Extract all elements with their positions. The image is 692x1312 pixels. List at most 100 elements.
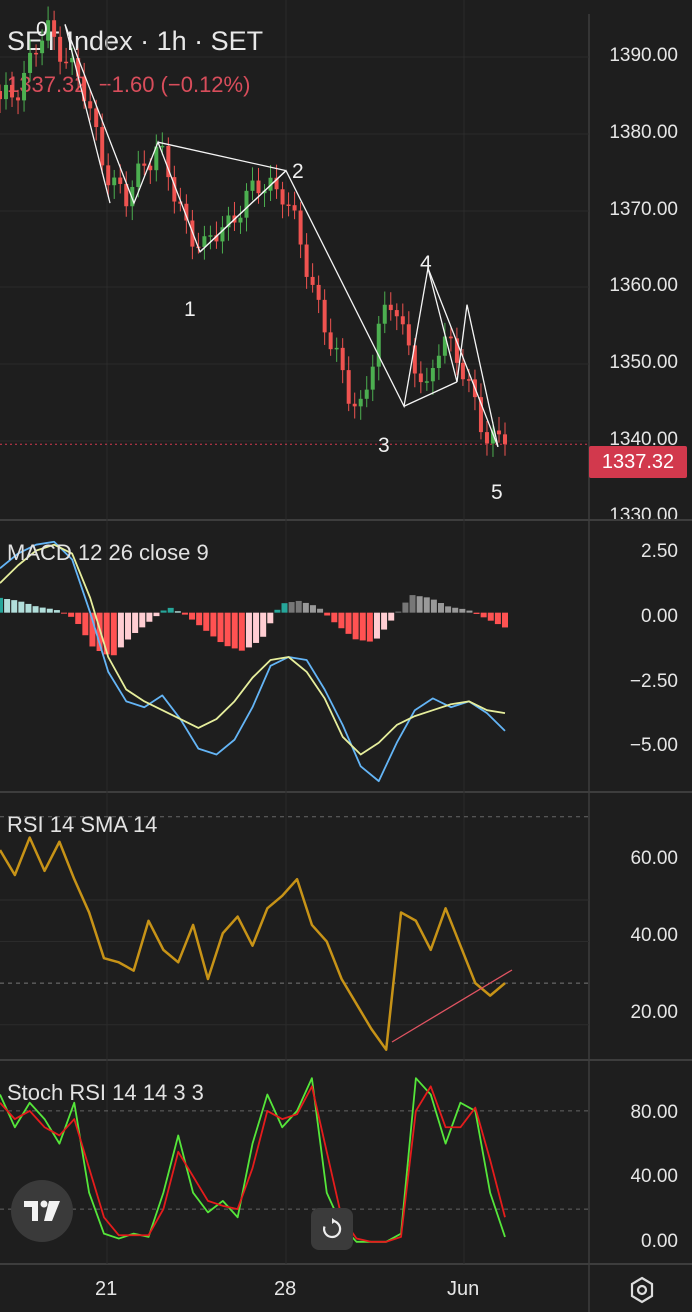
macd-histogram-bar (373, 612, 380, 639)
macd-histogram-bar (32, 606, 39, 613)
macd-histogram-bar (416, 596, 423, 613)
candle-body (208, 235, 213, 237)
macd-tick: −5.00 (629, 735, 678, 756)
stoch-label[interactable]: Stoch RSI 14 14 3 3 (7, 1080, 204, 1106)
current-price-tag: 1337.32 (589, 446, 687, 478)
settings-button[interactable] (624, 1272, 660, 1308)
wave-label-1: 1 (184, 298, 196, 321)
macd-histogram-bar (160, 610, 167, 613)
candle-body (10, 84, 15, 98)
candle-body (310, 276, 315, 285)
wave-label-2: 2 (292, 160, 304, 183)
macd-histogram-bar (68, 612, 75, 617)
reset-chart-button[interactable] (311, 1208, 353, 1250)
candle-body (400, 316, 405, 325)
candle-body (64, 61, 69, 64)
candle-body (256, 180, 261, 194)
macd-histogram-bar (174, 611, 181, 613)
macd-histogram-bar (480, 612, 487, 618)
price-tick: 1350.00 (609, 352, 678, 373)
rsi-tick: 20.00 (630, 1002, 678, 1023)
candle-body (292, 205, 297, 211)
tradingview-logo-icon[interactable] (11, 1180, 73, 1242)
candle-body (503, 434, 507, 445)
candle-body (280, 189, 285, 205)
candle-body (496, 430, 501, 435)
candle-body (376, 323, 381, 367)
macd-histogram-bar (466, 610, 473, 613)
stoch-tick: 0.00 (641, 1231, 678, 1252)
price-tick: 1370.00 (609, 199, 678, 220)
candle-body (436, 355, 441, 369)
candle-body (424, 381, 429, 383)
candle-body (322, 299, 327, 333)
macd-histogram-bar (338, 612, 345, 629)
macd-histogram-bar (345, 612, 352, 634)
price-tick: 1390.00 (609, 45, 678, 66)
macd-histogram-bar (203, 612, 210, 631)
macd-histogram-bar (309, 605, 316, 613)
macd-histogram-bar (231, 612, 238, 649)
macd-histogram-bar (224, 612, 231, 647)
wave-label-5: 5 (491, 481, 503, 504)
candle-body (118, 177, 123, 184)
rsi-tick: 60.00 (630, 848, 678, 869)
macd-histogram-bar (502, 612, 508, 628)
macd-histogram-bar (82, 612, 89, 636)
candle-body (106, 165, 111, 186)
macd-histogram-bar (117, 612, 124, 648)
macd-histogram-bar (452, 607, 459, 613)
x-axis-label: 21 (95, 1278, 118, 1300)
candle-body (94, 108, 99, 128)
macd-histogram-bar (125, 612, 132, 640)
macd-histogram-bar (39, 607, 46, 613)
x-axis-label: Jun (447, 1278, 480, 1300)
macd-histogram-bar (245, 612, 252, 648)
macd-histogram-bar (437, 603, 444, 613)
wave-pattern-line (403, 381, 458, 407)
macd-histogram-bar (473, 612, 480, 614)
macd-histogram-bar (53, 610, 60, 613)
macd-histogram-bar (459, 608, 466, 613)
macd-histogram-bar (196, 612, 203, 626)
chart-canvas[interactable] (0, 0, 692, 1312)
macd-histogram-bar (267, 612, 274, 624)
macd-label[interactable]: MACD 12 26 close 9 (7, 540, 209, 566)
gear-icon (630, 1276, 654, 1304)
candle-body (244, 190, 249, 218)
candle-body (382, 304, 387, 324)
candle-body (112, 177, 117, 186)
candle-body (4, 84, 9, 100)
macd-histogram-bar (302, 602, 309, 613)
macd-histogram-bar (295, 600, 302, 613)
candle-body (394, 310, 399, 317)
candle-body (358, 398, 363, 407)
macd-histogram-bar (324, 612, 331, 616)
macd-histogram-bar (445, 606, 452, 613)
candle-body (304, 244, 309, 277)
candle-body (340, 347, 345, 371)
candle-body (334, 347, 339, 350)
macd-histogram-bar (253, 612, 260, 643)
candle-body (0, 91, 2, 100)
macd-histogram-bar (487, 612, 494, 621)
candle-body (352, 403, 357, 407)
macd-histogram-bar (146, 612, 153, 622)
candle-body (346, 370, 351, 404)
wave-label-4: 4 (420, 252, 432, 275)
macd-histogram-bar (494, 612, 501, 625)
macd-histogram-bar (189, 612, 196, 620)
candle-body (418, 373, 423, 383)
wave-label-0: 0 (36, 18, 48, 41)
macd-histogram-bar (359, 612, 366, 641)
rsi-label[interactable]: RSI 14 SMA 14 (7, 812, 157, 838)
macd-histogram-bar (260, 612, 267, 637)
macd-tick: 0.00 (641, 606, 678, 627)
candle-body (28, 52, 33, 73)
macd-tick: 2.50 (641, 541, 678, 562)
macd-histogram-bar (25, 603, 32, 613)
candle-body (460, 362, 465, 380)
candle-body (448, 336, 453, 339)
macd-histogram-bar (132, 612, 139, 633)
candle-body (250, 180, 255, 191)
